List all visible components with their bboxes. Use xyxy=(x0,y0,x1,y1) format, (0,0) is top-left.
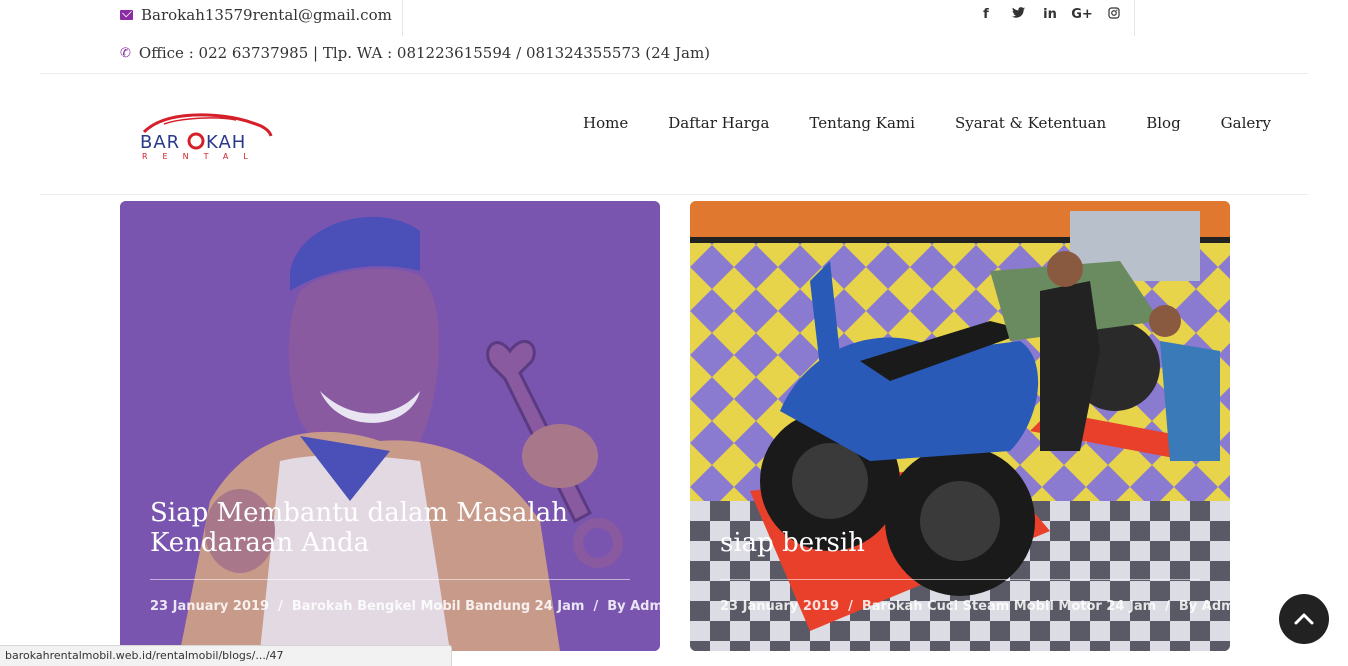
google-plus-icon[interactable]: G+ xyxy=(1066,7,1098,23)
social-links: f in G+ xyxy=(970,7,1130,23)
nav-blog[interactable]: Blog xyxy=(1126,114,1200,132)
post-date: 23 January 2019 xyxy=(720,599,840,614)
card-title[interactable]: Siap Membantu dalam Masalah Kendaraan An… xyxy=(150,498,568,558)
blog-card[interactable]: siap bersih 23 January 2019/Barokah Cuci… xyxy=(690,201,1230,651)
phone-text: Office : 022 63737985 | Tlp. WA : 081223… xyxy=(138,44,711,62)
post-category[interactable]: Barokah Bengkel Mobil Bandung 24 Jam xyxy=(292,599,585,614)
post-date: 23 January 2019 xyxy=(150,599,270,614)
nav-tentang-kami[interactable]: Tentang Kami xyxy=(789,114,935,132)
linkedin-icon[interactable]: in xyxy=(1034,7,1066,23)
svg-text:BAR: BAR xyxy=(140,132,180,153)
motorcycle-wash-photo xyxy=(690,201,1230,651)
card-title[interactable]: siap bersih xyxy=(720,528,865,558)
twitter-icon[interactable] xyxy=(1002,7,1034,23)
card-meta: 23 January 2019/Barokah Bengkel Mobil Ba… xyxy=(150,599,660,614)
main-nav: Home Daftar Harga Tentang Kami Syarat & … xyxy=(563,114,1291,132)
contact-email[interactable]: Barokah13579rental@gmail.com xyxy=(120,6,392,24)
divider xyxy=(402,0,403,36)
nav-daftar-harga[interactable]: Daftar Harga xyxy=(648,114,789,132)
post-category[interactable]: Barokah Cuci Steam Mobil Motor 24 Jam xyxy=(862,599,1156,614)
nav-galery[interactable]: Galery xyxy=(1201,114,1291,132)
instagram-icon[interactable] xyxy=(1098,7,1130,23)
blog-card[interactable]: Siap Membantu dalam Masalah Kendaraan An… xyxy=(120,201,660,651)
nav-syarat-ketentuan[interactable]: Syarat & Ketentuan xyxy=(935,114,1126,132)
card-title-line: siap bersih xyxy=(720,528,865,558)
envelope-icon xyxy=(120,10,133,20)
contact-phone: ✆ Office : 022 63737985 | Tlp. WA : 0812… xyxy=(120,44,710,62)
top-bar: Barokah13579rental@gmail.com f in G+ ✆ O… xyxy=(0,0,1348,74)
browser-status-bar: barokahrentalmobil.web.id/rentalmobil/bl… xyxy=(0,645,452,666)
card-meta: 23 January 2019/Barokah Cuci Steam Mobil… xyxy=(720,599,1230,614)
post-author[interactable]: By Admin xyxy=(607,599,660,614)
nav-home[interactable]: Home xyxy=(563,114,648,132)
site-logo[interactable]: BAR KAH RENTAL xyxy=(136,112,276,162)
card-title-line: Kendaraan Anda xyxy=(150,528,370,558)
facebook-icon[interactable]: f xyxy=(970,7,1002,23)
divider xyxy=(1134,0,1135,36)
status-url: barokahrentalmobil.web.id/rentalmobil/bl… xyxy=(5,649,284,662)
divider xyxy=(40,194,1308,195)
email-text: Barokah13579rental@gmail.com xyxy=(141,6,392,24)
svg-text:RENTAL: RENTAL xyxy=(142,152,263,161)
divider xyxy=(150,579,630,580)
divider xyxy=(720,579,1200,580)
phone-icon: ✆ xyxy=(120,45,131,61)
card-title-line: Siap Membantu dalam Masalah xyxy=(150,498,568,528)
mechanic-illustration xyxy=(120,201,660,651)
post-author[interactable]: By Admin xyxy=(1179,599,1230,614)
divider xyxy=(40,73,1308,74)
svg-text:KAH: KAH xyxy=(206,132,246,153)
back-to-top-button[interactable] xyxy=(1279,594,1329,644)
chevron-up-icon xyxy=(1294,613,1314,625)
